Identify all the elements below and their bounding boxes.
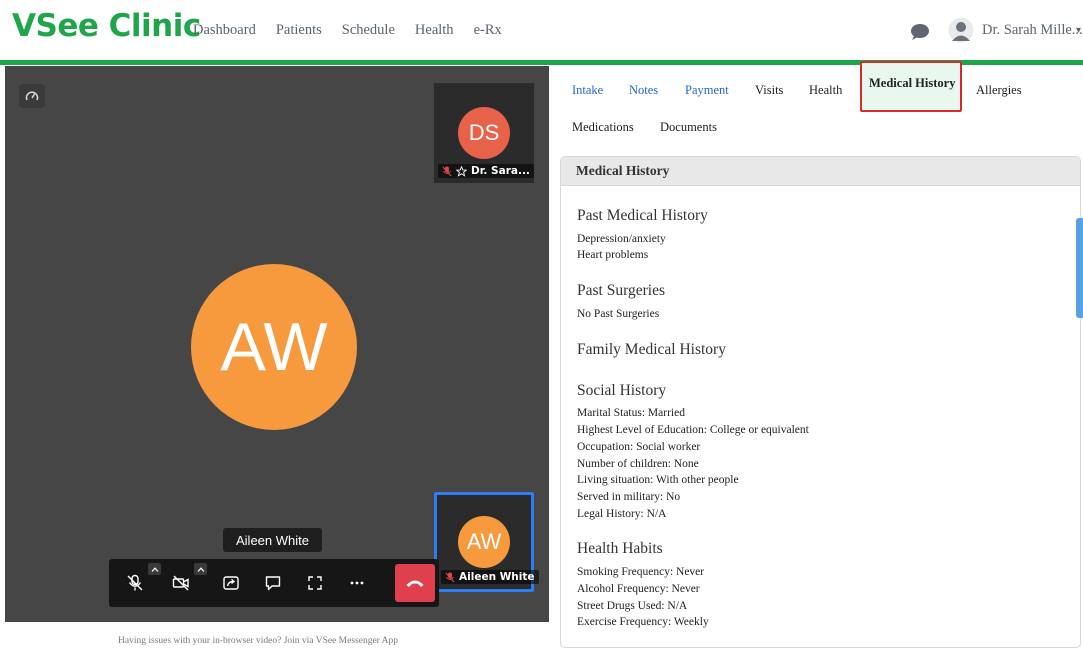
social-history-item: Highest Level of Education: College or e… bbox=[577, 424, 809, 436]
nav-erx[interactable]: e-Rx bbox=[474, 22, 502, 39]
top-bar: VSee Clinic Dashboard Patients Schedule … bbox=[0, 0, 1083, 65]
nav-patients[interactable]: Patients bbox=[276, 22, 322, 39]
call-controls bbox=[109, 559, 439, 607]
mic-muted-icon bbox=[442, 166, 452, 176]
nav-dashboard[interactable]: Dashboard bbox=[193, 22, 256, 39]
camera-toggle-button[interactable] bbox=[167, 569, 195, 597]
social-history-item: Number of children: None bbox=[577, 458, 699, 470]
participant-name-tooltip: Aileen White bbox=[223, 528, 322, 552]
past-surgeries-title: Past Surgeries bbox=[577, 282, 665, 299]
tab-payment[interactable]: Payment bbox=[685, 83, 729, 98]
past-medical-history-title: Past Medical History bbox=[577, 207, 708, 224]
nav-health[interactable]: Health bbox=[415, 22, 454, 39]
nav-schedule[interactable]: Schedule bbox=[342, 22, 395, 39]
chat-bubble-icon[interactable] bbox=[910, 23, 930, 41]
tab-medications[interactable]: Medications bbox=[572, 120, 634, 135]
self-tile-label: Dr. Sara... bbox=[471, 165, 530, 177]
chevron-up-icon bbox=[197, 566, 204, 572]
social-history-item: Marital Status: Married bbox=[577, 407, 685, 419]
self-tile-caption: Dr. Sara... bbox=[438, 164, 534, 178]
share-screen-icon bbox=[223, 576, 239, 590]
tab-visits[interactable]: Visits bbox=[755, 83, 783, 98]
fullscreen-button[interactable] bbox=[301, 569, 329, 597]
user-name[interactable]: Dr. Sarah Mille... bbox=[982, 22, 1083, 39]
mic-muted-icon bbox=[127, 574, 143, 591]
health-habit-item: Alcohol Frequency: Never bbox=[577, 583, 700, 595]
more-icon bbox=[350, 581, 364, 585]
tab-allergies[interactable]: Allergies bbox=[976, 83, 1022, 98]
social-history-item: Living situation: With other people bbox=[577, 474, 739, 486]
self-avatar: DS bbox=[458, 107, 510, 159]
social-history-item: Occupation: Social worker bbox=[577, 441, 701, 453]
mic-toggle-button[interactable] bbox=[121, 569, 149, 597]
chevron-up-icon bbox=[151, 566, 158, 572]
share-screen-button[interactable] bbox=[217, 569, 245, 597]
self-video-tile[interactable]: DS Dr. Sara... bbox=[434, 83, 534, 183]
patient-tile-label: Aileen White bbox=[459, 571, 535, 583]
past-medical-item: Heart problems bbox=[577, 249, 649, 261]
hang-up-button[interactable] bbox=[395, 564, 435, 602]
main-nav: Dashboard Patients Schedule Health e-Rx bbox=[193, 22, 522, 39]
mic-options-caret[interactable] bbox=[148, 563, 161, 575]
patient-avatar: AW bbox=[458, 516, 510, 568]
past-medical-item: Depression/anxiety bbox=[577, 233, 666, 245]
health-habit-item: Smoking Frequency: Never bbox=[577, 566, 705, 578]
gauge-icon bbox=[25, 91, 39, 101]
tab-intake[interactable]: Intake bbox=[572, 83, 603, 98]
past-surgeries-item: No Past Surgeries bbox=[577, 308, 660, 320]
tab-documents[interactable]: Documents bbox=[660, 120, 717, 135]
patient-tile-caption: Aileen White bbox=[441, 570, 539, 584]
chevron-down-icon[interactable]: ▾ bbox=[1076, 25, 1081, 36]
card-header: Medical History bbox=[561, 157, 1080, 186]
star-icon[interactable] bbox=[456, 165, 467, 177]
camera-off-icon bbox=[172, 575, 189, 591]
user-avatar-icon[interactable] bbox=[948, 17, 974, 45]
mic-muted-icon bbox=[445, 572, 455, 582]
app-logo[interactable]: VSee Clinic bbox=[12, 8, 201, 44]
health-habit-item: Exercise Frequency: Weekly bbox=[577, 616, 709, 628]
side-drawer-handle[interactable] bbox=[1076, 218, 1083, 318]
patient-video-tile[interactable]: AW Aileen White bbox=[434, 492, 539, 592]
social-history-title: Social History bbox=[577, 382, 667, 399]
tab-medical-history-label: Medical History bbox=[869, 76, 956, 90]
main-participant-avatar: AW bbox=[191, 264, 357, 430]
camera-options-caret[interactable] bbox=[194, 563, 207, 575]
chat-icon bbox=[265, 576, 281, 591]
hang-up-icon bbox=[406, 580, 424, 587]
more-options-button[interactable] bbox=[343, 569, 371, 597]
tab-medical-history[interactable]: Medical History bbox=[860, 61, 962, 112]
video-help-text[interactable]: Having issues with your in-browser video… bbox=[118, 636, 398, 646]
tab-health[interactable]: Health bbox=[809, 83, 842, 98]
health-habits-title: Health Habits bbox=[577, 540, 663, 557]
social-history-item: Legal History: N/A bbox=[577, 508, 667, 520]
family-history-title: Family Medical History bbox=[577, 341, 726, 358]
chat-button[interactable] bbox=[259, 569, 287, 597]
social-history-item: Served in military: No bbox=[577, 491, 681, 503]
fullscreen-icon bbox=[308, 576, 322, 590]
video-call-area: AW DS Dr. Sara... AW Aileen White Aileen… bbox=[5, 66, 549, 622]
health-habit-item: Street Drugs Used: N/A bbox=[577, 600, 688, 612]
medical-history-card: Medical History Past Medical History Dep… bbox=[560, 156, 1081, 648]
tab-notes[interactable]: Notes bbox=[629, 83, 658, 98]
connection-speed-button[interactable] bbox=[19, 84, 45, 108]
